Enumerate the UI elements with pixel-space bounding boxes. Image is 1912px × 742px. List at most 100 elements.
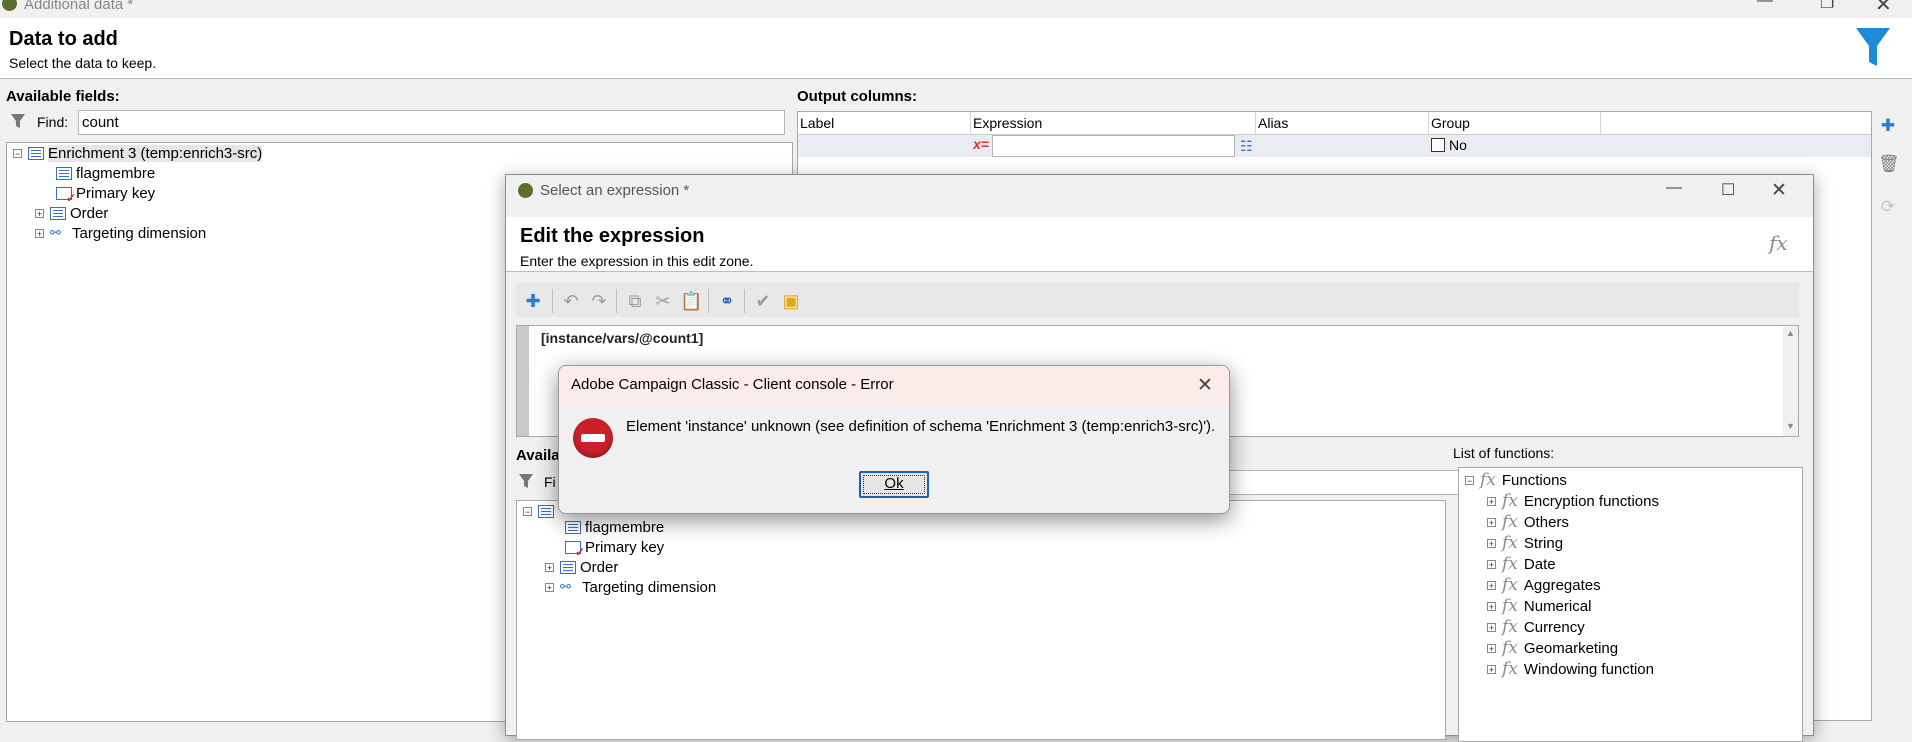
- table-row[interactable]: x= ☷ No: [798, 135, 1871, 157]
- tree-item-root[interactable]: −: [523, 501, 558, 521]
- expr-dialog-title: Select an expression *: [540, 182, 690, 199]
- collapse-icon[interactable]: −: [13, 148, 22, 158]
- undo-icon[interactable]: ↶: [560, 290, 582, 312]
- function-group-item[interactable]: + fx Others: [1487, 512, 1569, 532]
- output-columns-label: Output columns:: [797, 88, 917, 105]
- error-dialog-titlebar: Adobe Campaign Classic - Client console …: [559, 366, 1229, 404]
- grid-header: Label Expression Alias Group: [798, 112, 1871, 135]
- fx-icon: fx: [1502, 617, 1518, 637]
- paste-icon[interactable]: 📋: [680, 290, 702, 312]
- link-icon: ⚯: [560, 579, 571, 594]
- expand-icon[interactable]: +: [35, 208, 44, 218]
- expr-dialog-subtitle: Enter the expression in this edit zone.: [520, 253, 754, 269]
- list-icon: [50, 206, 66, 220]
- tree-item-primary-key[interactable]: Primary key: [56, 183, 155, 205]
- function-group-item[interactable]: + fx Encryption functions: [1487, 491, 1659, 511]
- expand-icon[interactable]: +: [1487, 517, 1496, 527]
- minimize-icon[interactable]: —: [1757, 0, 1773, 10]
- error-dialog: Adobe Campaign Classic - Client console …: [558, 365, 1230, 514]
- functions-root[interactable]: − fx Functions: [1465, 470, 1567, 490]
- expression-cell-input[interactable]: [992, 135, 1235, 157]
- expand-icon[interactable]: +: [1487, 643, 1496, 653]
- ok-button[interactable]: Ok: [859, 471, 929, 498]
- expression-edit-icon[interactable]: ☷: [1240, 138, 1253, 155]
- find-input[interactable]: [78, 110, 785, 135]
- group-checkbox[interactable]: No: [1431, 137, 1467, 153]
- check-icon[interactable]: ✔: [752, 290, 774, 312]
- fx-icon: fx: [1502, 491, 1518, 511]
- function-group-item[interactable]: + fx Date: [1487, 554, 1556, 574]
- field-icon: [56, 166, 72, 180]
- add-expression-icon[interactable]: ✚: [522, 290, 544, 312]
- expr-toolbar: ✚ ↶ ↷ ⧉ ✂ 📋 ⚭ ✔ ▣: [516, 283, 1799, 317]
- fx-icon: fx: [1480, 470, 1496, 490]
- function-group-item[interactable]: + fx Aggregates: [1487, 575, 1601, 595]
- function-group-item[interactable]: + fx Numerical: [1487, 596, 1591, 616]
- error-dialog-title: Adobe Campaign Classic - Client console …: [571, 376, 894, 393]
- tree-item-flagmembre[interactable]: flagmembre: [56, 163, 155, 183]
- fx-icon: fx: [1502, 512, 1518, 532]
- fx-icon: fx: [1502, 638, 1518, 658]
- tree-item-order[interactable]: + Order: [35, 203, 108, 223]
- expand-icon[interactable]: +: [545, 582, 554, 592]
- fx-icon: fx: [1502, 533, 1518, 553]
- close-icon[interactable]: ✕: [1875, 0, 1892, 17]
- close-icon[interactable]: ✕: [1771, 179, 1787, 202]
- column-header-alias[interactable]: Alias: [1256, 112, 1429, 134]
- expand-icon[interactable]: +: [545, 562, 554, 572]
- expand-icon[interactable]: +: [1487, 538, 1496, 548]
- available-fields-label: Available fields:: [6, 88, 120, 105]
- list-icon: [28, 146, 44, 160]
- refresh-icon[interactable]: ⟳: [1878, 197, 1898, 217]
- binoculars-icon[interactable]: ⚭: [716, 290, 738, 312]
- copy-icon[interactable]: ⧉: [624, 290, 646, 312]
- clipboard-icon[interactable]: ▣: [780, 290, 802, 312]
- tree-item-targeting-dimension[interactable]: + ⚯ Targeting dimension: [545, 577, 716, 597]
- expression-text[interactable]: [instance/vars/@count1]: [541, 330, 703, 346]
- function-group-item[interactable]: + fx Currency: [1487, 617, 1585, 637]
- tree-item-root[interactable]: − Enrichment 3 (temp:enrich3-src): [13, 143, 263, 163]
- expand-icon[interactable]: +: [35, 228, 44, 238]
- column-header-expression[interactable]: Expression: [971, 112, 1256, 134]
- app-logo-icon: [518, 183, 533, 198]
- tree-item-targeting-dimension[interactable]: + ⚯ Targeting dimension: [35, 223, 206, 243]
- add-column-icon[interactable]: ✚: [1878, 116, 1898, 136]
- tree-item-flagmembre[interactable]: flagmembre: [565, 517, 664, 537]
- expr-dialog-titlebar: Select an expression * — ☐ ✕: [506, 175, 1813, 207]
- link-icon: ⚯: [50, 225, 61, 240]
- fx-icon: fx: [1502, 575, 1518, 595]
- expand-icon[interactable]: +: [1487, 559, 1496, 569]
- maximize-icon[interactable]: ❐: [1820, 0, 1834, 13]
- maximize-icon[interactable]: ☐: [1721, 180, 1735, 200]
- column-header-label[interactable]: Label: [798, 112, 971, 134]
- close-icon[interactable]: ✕: [1197, 374, 1213, 397]
- expand-icon[interactable]: +: [1487, 580, 1496, 590]
- expand-icon[interactable]: +: [1487, 601, 1496, 611]
- main-window-title: Additional data *: [24, 0, 134, 13]
- expand-icon[interactable]: +: [1487, 622, 1496, 632]
- collapse-icon[interactable]: −: [523, 506, 532, 516]
- page-title: Data to add: [9, 28, 118, 50]
- expression-marker-icon: x=: [973, 136, 989, 152]
- find-label: Find:: [37, 114, 69, 130]
- expand-icon[interactable]: +: [1487, 496, 1496, 506]
- function-group-item[interactable]: + fx String: [1487, 533, 1563, 553]
- column-header-group[interactable]: Group: [1429, 112, 1601, 134]
- expand-icon[interactable]: +: [1487, 664, 1496, 674]
- cut-icon[interactable]: ✂: [652, 290, 674, 312]
- delete-icon[interactable]: 🗑: [1878, 154, 1900, 174]
- function-group-item[interactable]: + fx Geomarketing: [1487, 638, 1618, 658]
- functions-label: List of functions:: [1453, 445, 1555, 461]
- minimize-icon[interactable]: —: [1666, 179, 1682, 197]
- redo-icon[interactable]: ↷: [588, 290, 610, 312]
- tree-item-primary-key[interactable]: Primary key: [565, 537, 664, 559]
- function-group-item[interactable]: + fx Windowing function: [1487, 659, 1654, 679]
- editor-gutter: [517, 326, 529, 436]
- expr-dialog-header: Edit the expression Enter the expression…: [506, 217, 1813, 272]
- expr-find-input[interactable]: [1226, 470, 1486, 495]
- collapse-icon[interactable]: −: [1465, 475, 1474, 485]
- filter-icon: [1856, 28, 1890, 66]
- tree-item-order[interactable]: + Order: [545, 557, 618, 577]
- editor-scrollbar[interactable]: ▲ ▼: [1783, 326, 1798, 436]
- find-filter-icon: [11, 114, 25, 128]
